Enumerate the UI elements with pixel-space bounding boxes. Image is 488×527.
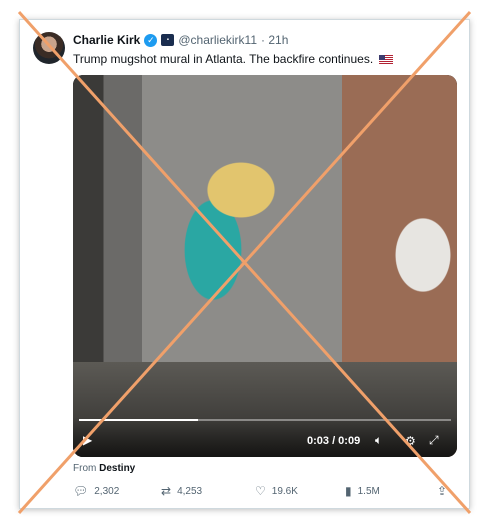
tweet-time[interactable]: · 21h xyxy=(261,33,288,47)
like-button[interactable]: ♡ 19.6K xyxy=(255,484,345,498)
video-player[interactable]: ▶ 0:03 / 0:09 🔈︎ ⚙︎ ⤢ xyxy=(73,75,457,457)
view-count: 1.5M xyxy=(357,485,380,497)
video-controls xyxy=(73,417,457,457)
author-name[interactable]: Charlie Kirk xyxy=(73,33,140,47)
avatar[interactable] xyxy=(33,32,65,64)
video-progress-fill xyxy=(79,419,199,421)
analytics-icon: ▮ xyxy=(345,484,352,498)
repost-count: 4,253 xyxy=(177,485,203,497)
share-icon: ⇪ xyxy=(437,484,448,498)
settings-gear-icon[interactable]: ⚙︎ xyxy=(405,434,416,448)
heart-icon: ♡ xyxy=(255,484,266,498)
reply-count: 2,302 xyxy=(94,485,120,497)
volume-icon[interactable]: 🔈︎ xyxy=(375,433,382,448)
share-button[interactable]: ⇪ xyxy=(437,484,447,498)
tweet-card: Charlie Kirk ✓ ▪ @charliekirk11 · 21h Tr… xyxy=(19,19,470,509)
media-attribution: From Destiny xyxy=(73,463,135,474)
verified-badge-icon: ✓ xyxy=(144,33,158,47)
like-count: 19.6K xyxy=(271,485,298,497)
tweet-header: Charlie Kirk ✓ ▪ @charliekirk11 · 21h xyxy=(73,33,288,47)
affiliation-badge-icon[interactable]: ▪ xyxy=(161,34,175,46)
reply-icon: 💬︎ xyxy=(73,484,89,498)
views-button[interactable]: ▮ 1.5M xyxy=(345,484,437,498)
video-progress-bar[interactable] xyxy=(79,419,451,421)
us-flag-icon xyxy=(378,55,393,64)
attribution-source[interactable]: Destiny xyxy=(99,463,135,474)
tweet-text: Trump mugshot mural in Atlanta. The back… xyxy=(73,52,393,66)
reply-button[interactable]: 💬︎ 2,302 xyxy=(73,484,161,498)
video-time: 0:03 / 0:09 xyxy=(307,435,361,447)
repost-button[interactable]: ⇄ 4,253 xyxy=(161,484,255,498)
play-icon[interactable]: ▶ xyxy=(83,433,92,447)
repost-icon: ⇄ xyxy=(161,484,172,498)
attribution-prefix: From xyxy=(73,463,97,474)
tweet-actions: 💬︎ 2,302 ⇄ 4,253 ♡ 19.6K ▮ 1.5M ⇪ xyxy=(73,484,457,498)
tweet-body: Trump mugshot mural in Atlanta. The back… xyxy=(73,52,374,66)
author-handle[interactable]: @charliekirk11 xyxy=(178,33,257,47)
fullscreen-icon[interactable]: ⤢ xyxy=(429,433,439,448)
